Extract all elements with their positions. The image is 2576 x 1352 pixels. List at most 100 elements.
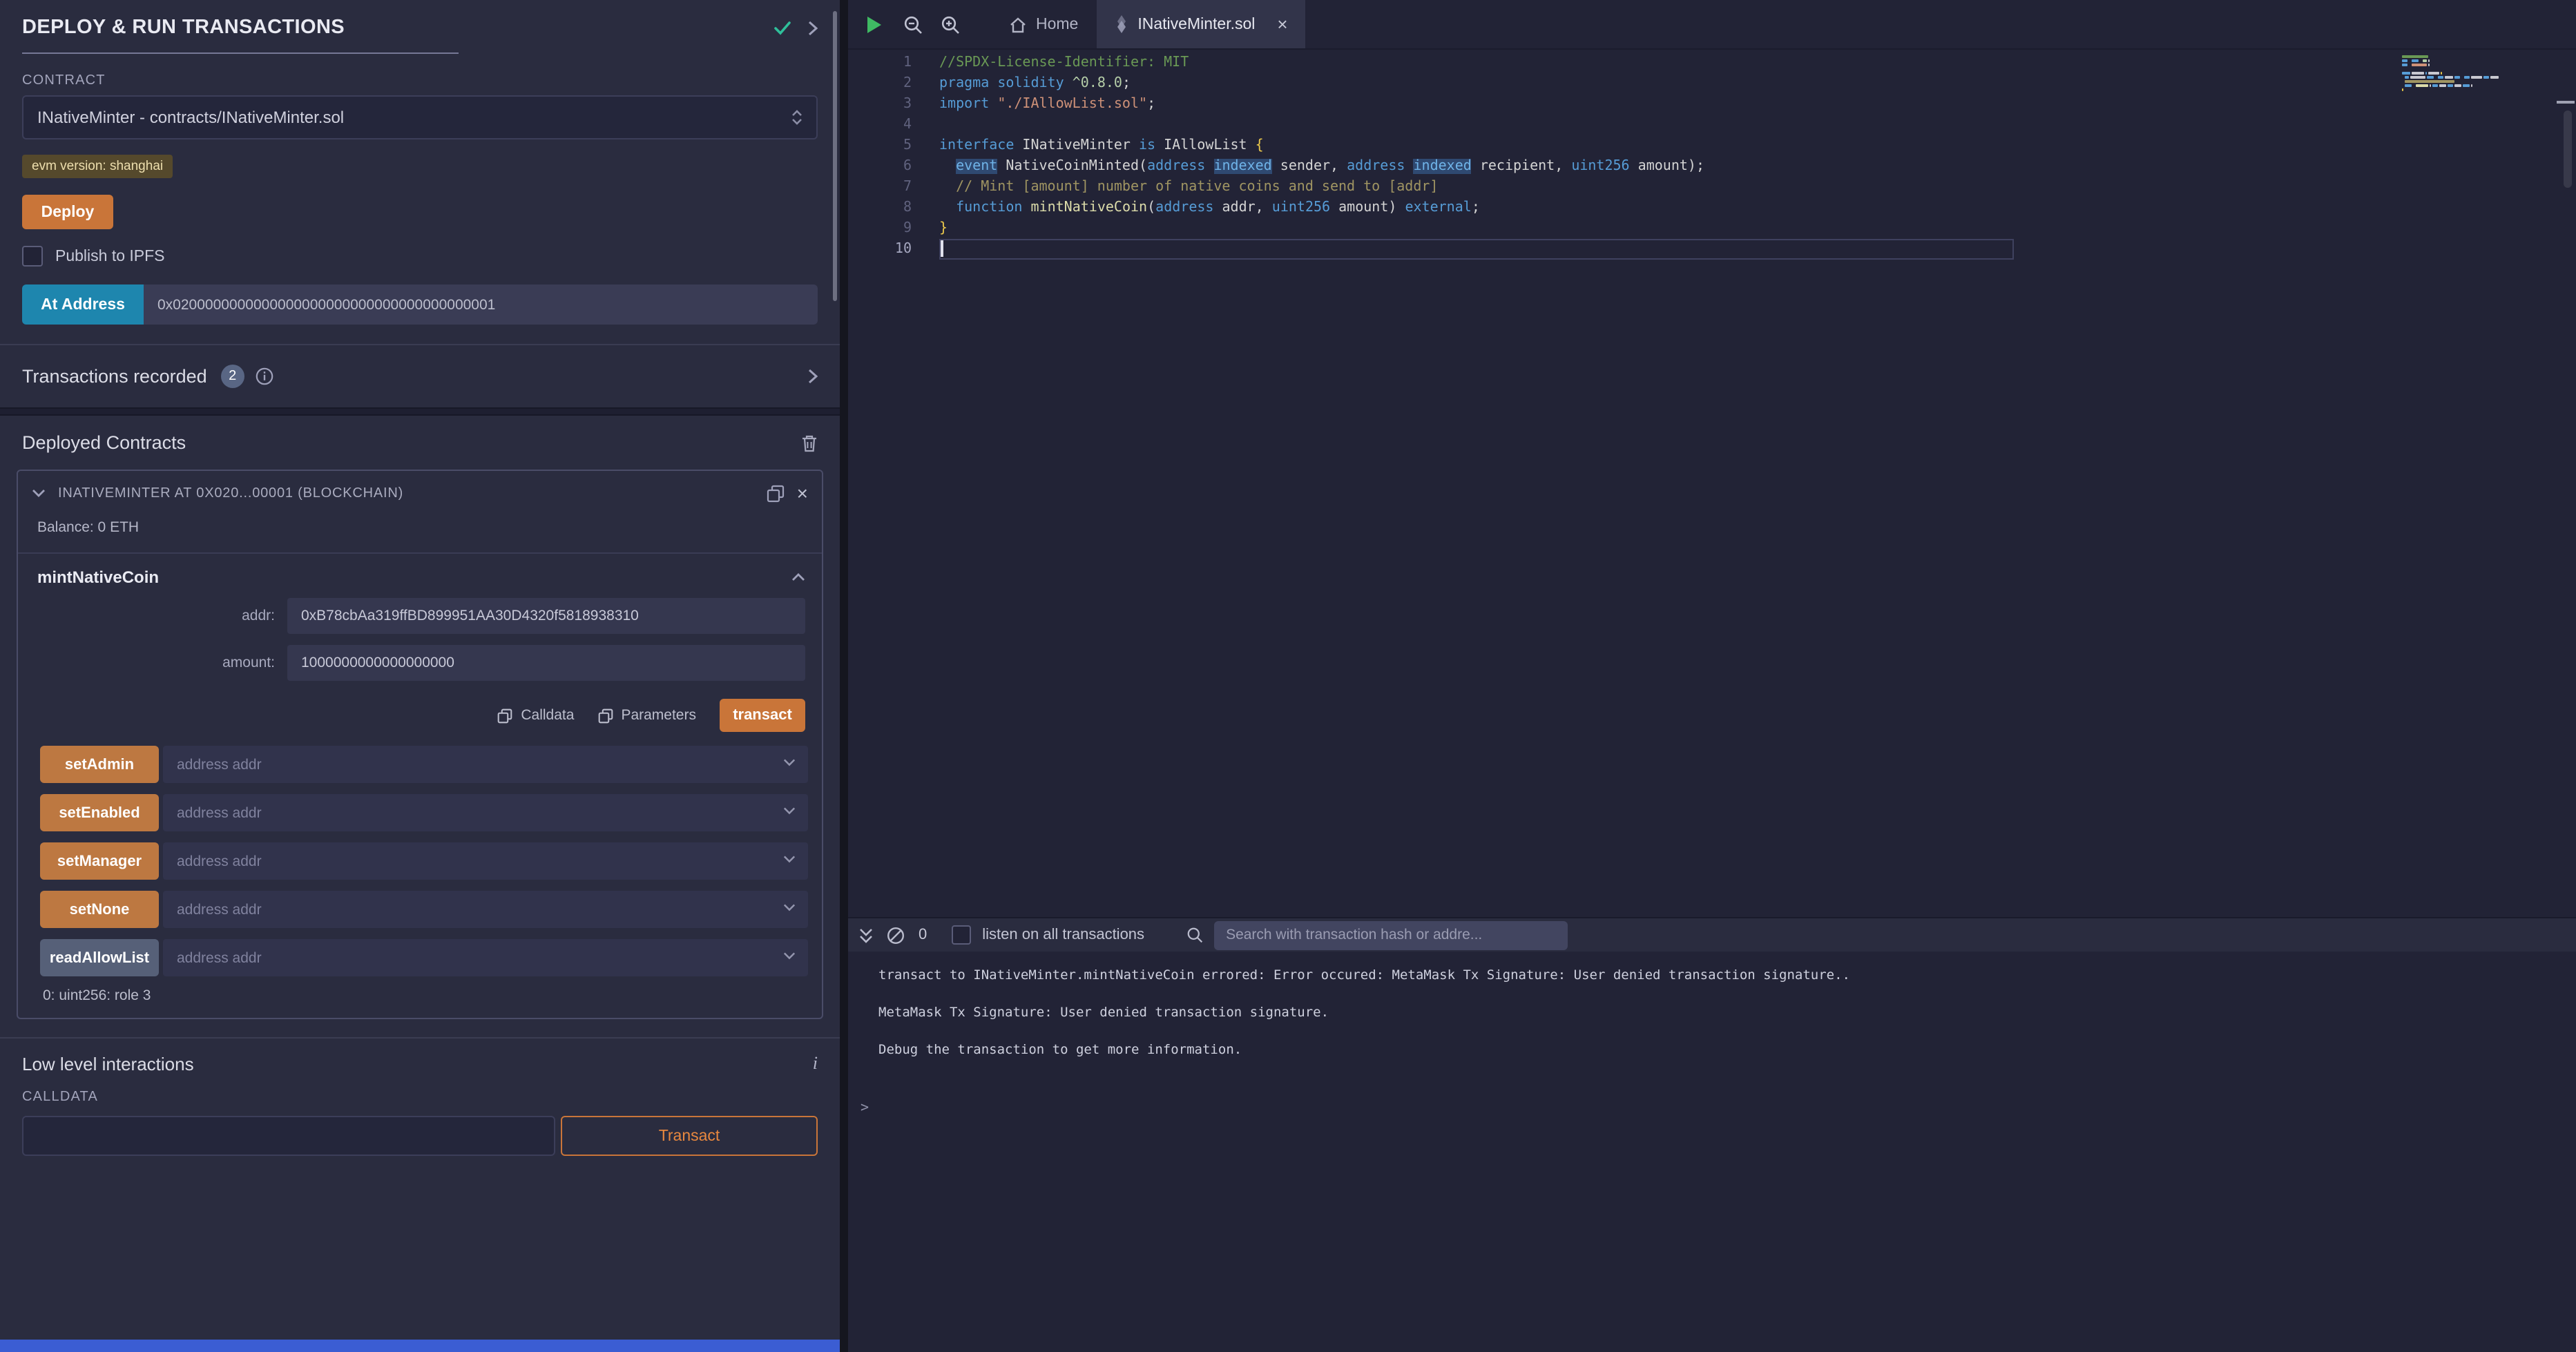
zoom-in-icon[interactable] <box>941 15 960 34</box>
copy-calldata-label: Calldata <box>521 707 574 724</box>
terminal-prompt[interactable]: > <box>859 1101 2565 1116</box>
line-number[interactable]: 2 <box>848 73 912 94</box>
listen-all-checkbox[interactable] <box>952 925 971 945</box>
code-line[interactable]: pragma solidity ^0.8.0; <box>939 73 2576 94</box>
line-number[interactable]: 8 <box>848 197 912 218</box>
line-number[interactable]: 4 <box>848 115 912 135</box>
minimap-line <box>2402 76 2554 79</box>
call-result: 0: uint256: role 3 <box>43 987 822 1004</box>
minimap-line <box>2402 84 2554 87</box>
calldata-input[interactable] <box>22 1116 555 1156</box>
function-call-button[interactable]: setNone <box>40 891 159 928</box>
transact-button[interactable]: transact <box>720 699 805 732</box>
chevron-down-icon[interactable] <box>783 952 796 960</box>
search-icon <box>1186 927 1202 943</box>
chevron-right-icon[interactable] <box>808 369 818 384</box>
instance-balance: Balance: 0 ETH <box>18 511 822 536</box>
instance-header[interactable]: INATIVEMINTER AT 0X020...00001 (BLOCKCHA… <box>18 471 822 511</box>
remove-instance-button[interactable]: × <box>797 483 808 503</box>
calldata-label: CALLDATA <box>22 1090 818 1105</box>
code-content[interactable]: //SPDX-License-Identifier: MITpragma sol… <box>939 50 2576 917</box>
minimap-line <box>2402 64 2554 66</box>
code-line[interactable] <box>939 115 2576 135</box>
play-button[interactable] <box>866 15 883 34</box>
copy-calldata-button[interactable]: Calldata <box>497 707 574 724</box>
function-args-input[interactable] <box>163 746 808 783</box>
copy-icon[interactable] <box>767 484 785 502</box>
code-line[interactable]: } <box>939 218 2576 239</box>
at-address-input[interactable]: 0x02000000000000000000000000000000000000… <box>144 284 818 325</box>
deploy-button[interactable]: Deploy <box>22 195 113 229</box>
tab-file-label: INativeMinter.sol <box>1137 16 1255 32</box>
function-call-button[interactable]: setEnabled <box>40 794 159 831</box>
info-letter-icon[interactable]: i <box>813 1052 818 1074</box>
collapse-terminal-icon[interactable] <box>859 927 873 943</box>
function-args-input[interactable] <box>163 794 808 831</box>
arg-amount-input[interactable]: 1000000000000000000 <box>287 645 805 681</box>
contract-select[interactable]: INativeMinter - contracts/INativeMinter.… <box>22 95 818 139</box>
line-number[interactable]: 7 <box>848 177 912 197</box>
tab-home[interactable]: Home <box>992 0 1096 48</box>
at-address-button[interactable]: At Address <box>22 284 144 325</box>
chevron-down-icon[interactable] <box>783 807 796 815</box>
line-number[interactable]: 6 <box>848 156 912 177</box>
terminal-search-input[interactable] <box>1213 920 1567 949</box>
chevron-up-icon[interactable] <box>791 573 805 581</box>
chevron-down-icon[interactable] <box>32 489 46 497</box>
code-line[interactable]: import "./IAllowList.sol"; <box>939 94 2576 115</box>
line-number[interactable]: 9 <box>848 218 912 239</box>
minimap-line <box>2402 72 2554 75</box>
chevron-down-icon[interactable] <box>783 758 796 766</box>
editor-area: Home INativeMinter.sol × 12345678910 //S… <box>848 0 2576 1352</box>
chevron-down-icon[interactable] <box>783 855 796 863</box>
line-number[interactable]: 5 <box>848 135 912 156</box>
low-level-title: Low level interactions <box>22 1053 194 1074</box>
trash-icon[interactable] <box>801 433 818 452</box>
instance-title: INATIVEMINTER AT 0X020...00001 (BLOCKCHA… <box>58 485 754 501</box>
publish-to-ipfs-checkbox[interactable] <box>22 246 43 267</box>
panel-scrollbar-thumb[interactable] <box>833 11 837 301</box>
code-line[interactable]: event NativeCoinMinted(address indexed s… <box>939 156 2576 177</box>
panel-resize-handle[interactable] <box>840 0 848 1352</box>
open-function-section: mintNativeCoin addr: 0xB78cbAa319ffBD899… <box>18 552 822 732</box>
code-line[interactable] <box>939 239 2014 260</box>
info-icon[interactable] <box>256 367 273 385</box>
editor-minimap[interactable] <box>2402 55 2554 97</box>
close-tab-icon[interactable]: × <box>1277 15 1287 33</box>
tab-inativeminter[interactable]: INativeMinter.sol × <box>1096 0 1305 48</box>
code-line[interactable]: function mintNativeCoin(address addr, ui… <box>939 197 2576 218</box>
arg-addr-input[interactable]: 0xB78cbAa319ffBD899951AA30D4320f58189383… <box>287 598 805 634</box>
function-args-input[interactable] <box>163 842 808 880</box>
low-level-section: Low level interactions i CALLDATA Transa… <box>0 1037 840 1156</box>
copy-parameters-button[interactable]: Parameters <box>597 707 696 724</box>
deployed-contracts-title: Deployed Contracts <box>22 432 186 453</box>
zoom-out-icon[interactable] <box>903 15 923 34</box>
code-line[interactable]: //SPDX-License-Identifier: MIT <box>939 52 2576 73</box>
open-function-name: mintNativeCoin <box>37 568 159 587</box>
transactions-recorded-row[interactable]: Transactions recorded 2 <box>0 344 840 407</box>
function-list: setAdmin setEnabled setManager setNone r… <box>40 746 808 976</box>
function-args-input[interactable] <box>163 891 808 928</box>
terminal-output: transact to INativeMinter.mintNativeCoin… <box>848 952 2576 1352</box>
function-call-button[interactable]: readAllowList <box>40 939 159 976</box>
line-number[interactable]: 1 <box>848 52 912 73</box>
function-call-button[interactable]: setAdmin <box>40 746 159 783</box>
function-args-input[interactable] <box>163 939 808 976</box>
minimap-line <box>2402 93 2554 95</box>
clear-console-icon[interactable] <box>887 926 905 944</box>
line-number-gutter: 12345678910 <box>848 50 939 917</box>
code-line[interactable]: // Mint [amount] number of native coins … <box>939 177 2576 197</box>
open-function-header[interactable]: mintNativeCoin <box>18 568 822 587</box>
editor-scrollbar-thumb[interactable] <box>2564 110 2572 188</box>
low-level-transact-button[interactable]: Transact <box>561 1116 818 1156</box>
solidity-file-icon <box>1114 15 1128 33</box>
transactions-recorded-label: Transactions recorded <box>22 366 207 387</box>
line-number[interactable]: 10 <box>848 239 912 260</box>
code-line[interactable]: interface INativeMinter is IAllowList { <box>939 135 2576 156</box>
line-number[interactable]: 3 <box>848 94 912 115</box>
minimap-line <box>2402 59 2554 62</box>
chevron-down-icon[interactable] <box>783 903 796 911</box>
chevron-right-icon[interactable] <box>808 21 818 36</box>
code-editor[interactable]: 12345678910 //SPDX-License-Identifier: M… <box>848 50 2576 917</box>
function-call-button[interactable]: setManager <box>40 842 159 880</box>
